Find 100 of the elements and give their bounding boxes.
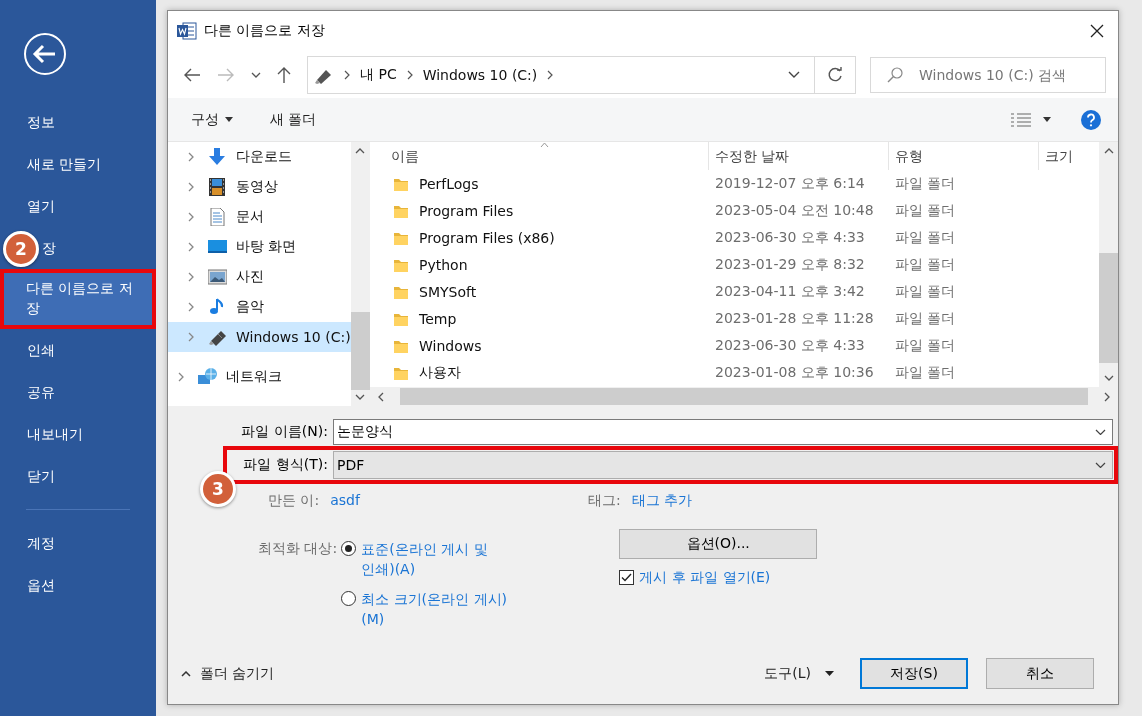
- menu-item[interactable]: 옵션: [0, 564, 156, 606]
- column-header[interactable]: 크기: [1039, 142, 1099, 170]
- usb-drive-icon: [208, 328, 227, 346]
- file-row[interactable]: PerfLogs: [370, 175, 709, 192]
- monitor-icon: [208, 238, 227, 256]
- table-cell-text: 파일 폴더: [894, 282, 957, 301]
- tree-item[interactable]: Windows 10 (C:): [168, 322, 351, 352]
- file-row[interactable]: Program Files (x86): [370, 229, 709, 246]
- expand-chevron-icon: [188, 152, 194, 162]
- menu-item[interactable]: 새로 만들기: [0, 143, 156, 185]
- refresh-icon: [827, 66, 843, 83]
- hide-folders-button[interactable]: 폴더 숨기기: [181, 664, 275, 683]
- expand-chevron-icon: [188, 302, 194, 312]
- radio-button[interactable]: [341, 591, 357, 606]
- tree-item[interactable]: 음악: [168, 292, 351, 322]
- download-arrow-icon: [208, 148, 227, 166]
- menu-item[interactable]: 인쇄: [0, 329, 156, 371]
- add-tag-link[interactable]: 태그 추가: [631, 492, 693, 510]
- network-globe-icon: [198, 368, 217, 386]
- menu-item[interactable]: 계정: [0, 522, 156, 564]
- expand-chevron-icon: [188, 212, 194, 222]
- folder-icon: [394, 338, 408, 353]
- table-cell-text: 2023-04-11 오후 3:42: [714, 282, 866, 301]
- menu-item[interactable]: 열기: [0, 185, 156, 227]
- file-row[interactable]: Program Files: [370, 202, 709, 219]
- options-button[interactable]: 옵션(O)...: [619, 529, 818, 559]
- word-icon: [177, 22, 197, 40]
- back-icon[interactable]: [23, 32, 67, 76]
- step-badge: 2: [3, 231, 39, 267]
- caret-icon: [825, 671, 834, 676]
- tree-item[interactable]: 동영상: [168, 172, 351, 202]
- radio-label[interactable]: 최소 크기(온라인 게시)(M): [361, 589, 522, 629]
- horizontal-scrollbar[interactable]: [370, 387, 1118, 406]
- menu-item[interactable]: 다른 이름으로 저장: [0, 269, 156, 329]
- column-header[interactable]: 이름: [370, 142, 709, 170]
- search-field[interactable]: Windows 10 (C:) 검색: [870, 56, 1106, 93]
- search-icon: [887, 66, 903, 83]
- scroll-thumb[interactable]: [400, 388, 1088, 405]
- up-arrow-icon[interactable]: [277, 65, 291, 84]
- tree-item[interactable]: 네트워크: [168, 362, 351, 392]
- field-label: 최적화 대상:: [258, 539, 338, 558]
- dropdown-caret-icon: [1095, 429, 1106, 435]
- menu-item[interactable]: 닫기: [0, 455, 156, 497]
- column-header[interactable]: 유형: [889, 142, 1039, 170]
- tree-item[interactable]: 바탕 화면: [168, 232, 351, 262]
- file-row[interactable]: Windows: [370, 337, 709, 354]
- organize-menu[interactable]: 구성: [191, 110, 233, 129]
- save-button[interactable]: 저장(S): [860, 658, 968, 689]
- dropdown-caret-icon[interactable]: [788, 71, 800, 78]
- combo-box[interactable]: PDF: [333, 451, 1113, 479]
- refresh-button[interactable]: [815, 55, 856, 94]
- folder-icon: [394, 203, 408, 218]
- chevron-icon: [344, 69, 350, 80]
- table-cell-text: 2023-01-28 오후 11:28: [714, 309, 875, 328]
- column-header[interactable]: 수정한 날짜: [709, 142, 889, 170]
- recent-caret-icon[interactable]: [251, 71, 261, 78]
- tools-menu[interactable]: 도구(L): [764, 664, 834, 683]
- folder-icon: [394, 230, 408, 245]
- file-row[interactable]: 사용자: [370, 363, 709, 382]
- radio-button[interactable]: [341, 541, 357, 556]
- vertical-scrollbar[interactable]: [350, 142, 370, 406]
- chevron-icon: [547, 69, 554, 80]
- vertical-scrollbar[interactable]: [1099, 142, 1118, 387]
- help-icon[interactable]: [1081, 109, 1101, 130]
- window-title: 다른 이름으로 저장: [204, 22, 325, 40]
- scroll-thumb[interactable]: [1099, 252, 1118, 363]
- menu-item[interactable]: 장: [40, 227, 156, 269]
- folder-icon: [394, 257, 408, 272]
- file-row[interactable]: Temp: [370, 310, 709, 327]
- new-folder-button[interactable]: 새 폴더: [270, 110, 317, 129]
- file-row[interactable]: SMYSoft: [370, 283, 709, 300]
- dropdown-caret-icon: [1095, 462, 1106, 468]
- breadcrumb[interactable]: Windows 10 (C:): [422, 66, 538, 83]
- menu-item[interactable]: 정보: [0, 101, 156, 143]
- breadcrumb[interactable]: 내 PC: [360, 65, 397, 84]
- scroll-up-icon: [355, 148, 366, 154]
- checkbox[interactable]: [619, 569, 635, 585]
- tree-item[interactable]: 다운로드: [168, 142, 351, 172]
- cancel-button[interactable]: 취소: [986, 658, 1094, 689]
- back-arrow-icon[interactable]: [183, 67, 201, 82]
- radio-label[interactable]: 표준(온라인 게시 및 인쇄)(A): [361, 539, 522, 579]
- file-row[interactable]: Python: [370, 256, 709, 273]
- caret-icon[interactable]: [1043, 117, 1051, 122]
- menu-item[interactable]: 공유: [0, 371, 156, 413]
- author-link[interactable]: asdf: [330, 492, 360, 510]
- menu-item[interactable]: 내보내기: [0, 413, 156, 455]
- tree-item[interactable]: 문서: [168, 202, 351, 232]
- sort-caret-icon: [540, 142, 549, 147]
- scroll-thumb[interactable]: [350, 312, 370, 390]
- table-cell-text: 파일 폴더: [894, 363, 957, 382]
- table-cell-text: 파일 폴더: [894, 336, 957, 355]
- address-bar[interactable]: 내 PC Windows 10 (C:): [307, 55, 815, 94]
- tree-item[interactable]: 사진: [168, 262, 351, 292]
- table-cell-text: 2023-01-08 오후 10:36: [714, 363, 875, 382]
- scroll-right-icon: [1104, 391, 1110, 402]
- checkbox-label[interactable]: 게시 후 파일 열기(E): [639, 567, 771, 587]
- combo-box[interactable]: 논문양식: [333, 419, 1113, 445]
- close-icon[interactable]: [1090, 24, 1104, 38]
- scroll-left-icon: [378, 391, 384, 402]
- scroll-down-icon: [1103, 375, 1114, 381]
